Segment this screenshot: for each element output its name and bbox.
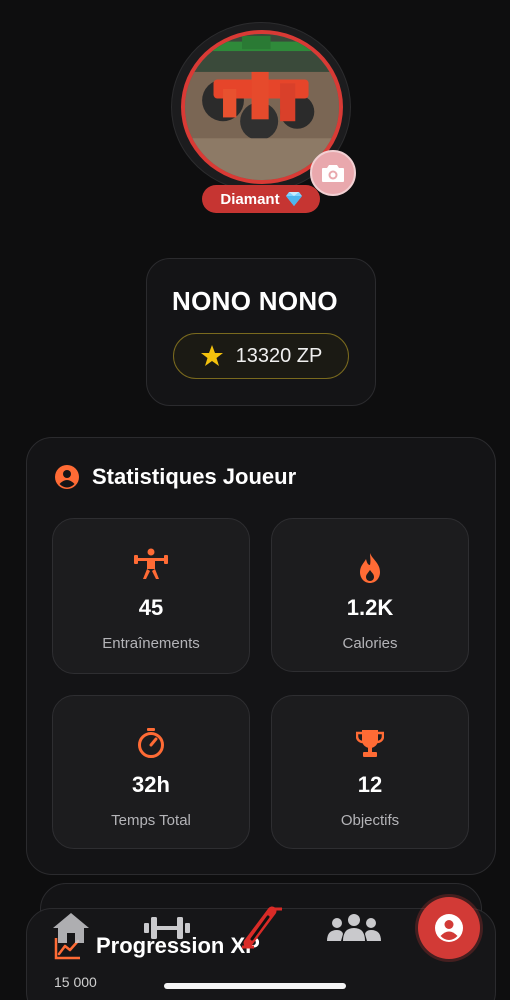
stat-tile-total-time: 32h Temps Total — [52, 695, 250, 849]
stat-label: Temps Total — [111, 812, 191, 829]
trophy-icon — [356, 730, 384, 757]
stat-label: Objectifs — [340, 812, 400, 829]
stat-label: Calories — [342, 635, 398, 652]
weightlifter-icon — [134, 548, 168, 579]
home-indicator — [164, 983, 346, 989]
dumbbell-icon — [144, 917, 190, 939]
stat-value: 1.2K — [346, 595, 394, 620]
group-icon — [327, 914, 381, 941]
user-circle-icon — [55, 465, 79, 489]
stat-tile-workouts: 45 Entraînements — [52, 518, 250, 674]
zp-badge: 13320 ZP — [173, 333, 349, 379]
nav-workouts[interactable] — [144, 914, 190, 942]
stat-label: Entraînements — [102, 635, 200, 652]
profile-icon — [435, 914, 463, 942]
rank-badge: Diamant — [202, 185, 320, 213]
stat-value: 12 — [357, 772, 383, 797]
nav-community[interactable] — [325, 912, 383, 942]
change-photo-button[interactable] — [310, 150, 356, 196]
home-icon — [53, 913, 89, 943]
stat-value: 32h — [132, 772, 170, 797]
nav-home[interactable] — [51, 911, 91, 945]
stat-value: 45 — [138, 595, 164, 620]
player-name: NONO NONO — [172, 286, 338, 316]
camera-icon — [322, 165, 344, 182]
profile-card — [146, 258, 376, 406]
stats-title: Statistiques Joueur — [92, 464, 297, 489]
nav-profile[interactable] — [418, 897, 480, 959]
timer-icon — [138, 728, 164, 758]
star-icon — [200, 345, 223, 366]
diamond-icon — [285, 192, 302, 206]
zp-value: 13320 ZP — [235, 344, 323, 367]
axis-tick-label: 15 000 — [54, 974, 97, 990]
flame-icon — [360, 553, 380, 583]
logo-icon — [242, 906, 282, 949]
stats-header: Statistiques Joueur — [54, 464, 296, 490]
nav-logo[interactable] — [234, 905, 286, 951]
stat-tile-calories: 1.2K Calories — [271, 518, 469, 672]
rank-label: Diamant — [220, 190, 280, 208]
stat-tile-goals: 12 Objectifs — [271, 695, 469, 849]
